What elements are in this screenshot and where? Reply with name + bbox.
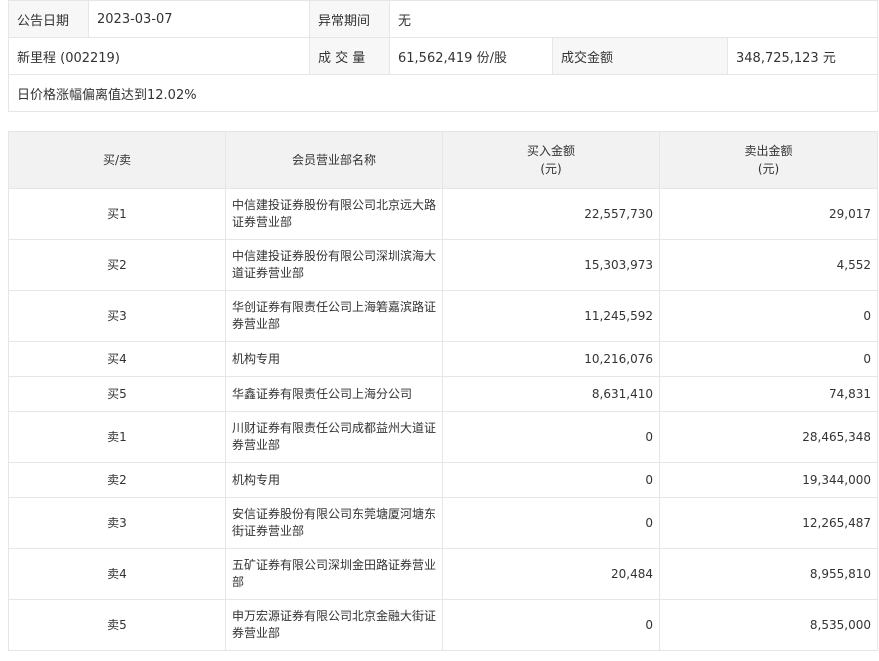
period-value: 无 (388, 0, 879, 38)
row-dept: 安信证券股份有限公司东莞塘厦河塘东街证券营业部 (225, 497, 443, 549)
row-side: 买2 (8, 239, 226, 291)
row-buy: 0 (442, 411, 660, 463)
table-row: 卖4 五矿证券有限公司深圳金田路证券营业部 20,484 8,955,810 (8, 548, 878, 600)
row-side: 买4 (8, 341, 226, 377)
row-side: 卖2 (8, 462, 226, 498)
table-row: 卖5 申万宏源证券有限公司北京金融大街证券营业部 0 8,535,000 (8, 599, 878, 651)
table-row: 买2 中信建投证券股份有限公司深圳滨海大道证券营业部 15,303,973 4,… (8, 239, 878, 291)
header-buy: 买入金额 (元) (442, 131, 660, 189)
table-row: 买5 华鑫证券有限责任公司上海分公司 8,631,410 74,831 (8, 376, 878, 412)
row-side: 买1 (8, 188, 226, 240)
header-dept: 会员营业部名称 (225, 131, 443, 189)
reason-text: 日价格涨幅偏离值达到12.02% (7, 74, 879, 112)
table-row: 卖2 机构专用 0 19,344,000 (8, 462, 878, 498)
row-buy: 0 (442, 497, 660, 549)
date-label: 公告日期 (8, 0, 89, 38)
announcement-info-table: 公告日期 2023-03-07 异常期间 无 新里程 (002219) 成 交 … (7, 0, 879, 112)
row-side: 卖1 (8, 411, 226, 463)
table-row: 卖3 安信证券股份有限公司东莞塘厦河塘东街证券营业部 0 12,265,487 (8, 497, 878, 549)
row-buy: 15,303,973 (442, 239, 660, 291)
stock-name: 新里程 (002219) (8, 37, 310, 75)
table-row: 买1 中信建投证券股份有限公司北京远大路证券营业部 22,557,730 29,… (8, 188, 878, 240)
row-sell: 8,535,000 (659, 599, 878, 651)
row-side: 买5 (8, 376, 226, 412)
row-dept: 五矿证券有限公司深圳金田路证券营业部 (225, 548, 443, 600)
row-sell: 12,265,487 (659, 497, 878, 549)
table-row: 买3 华创证券有限责任公司上海箬嘉滨路证券营业部 11,245,592 0 (8, 290, 878, 342)
row-buy: 8,631,410 (442, 376, 660, 412)
header-buy-line2: (元) (540, 162, 562, 176)
row-dept: 川财证券有限责任公司成都益州大道证券营业部 (225, 411, 443, 463)
table-row: 买4 机构专用 10,216,076 0 (8, 341, 878, 377)
row-sell: 19,344,000 (659, 462, 878, 498)
trading-departments-table: 买/卖 会员营业部名称 买入金额 (元) 卖出金额 (元) 买1 中信建投证券股… (8, 131, 878, 651)
row-side: 卖4 (8, 548, 226, 600)
volume-value: 61,562,419 份/股 (389, 37, 553, 75)
row-sell: 0 (659, 290, 878, 342)
row-dept: 机构专用 (225, 341, 443, 377)
period-label: 异常期间 (309, 0, 390, 38)
row-dept: 中信建投证券股份有限公司北京远大路证券营业部 (225, 188, 443, 240)
row-dept: 华创证券有限责任公司上海箬嘉滨路证券营业部 (225, 290, 443, 342)
row-buy: 0 (442, 462, 660, 498)
row-sell: 8,955,810 (659, 548, 878, 600)
header-sell-line2: (元) (757, 162, 780, 176)
row-dept: 申万宏源证券有限公司北京金融大街证券营业部 (225, 599, 443, 651)
row-sell: 29,017 (659, 188, 878, 240)
table-header-row: 买/卖 会员营业部名称 买入金额 (元) 卖出金额 (元) (8, 131, 878, 189)
amount-value: 348,725,123 元 (726, 37, 879, 75)
row-sell: 4,552 (659, 239, 878, 291)
date-value: 2023-03-07 (88, 0, 310, 38)
header-sell: 卖出金额 (元) (659, 131, 878, 189)
header-side: 买/卖 (8, 131, 226, 189)
row-side: 买3 (8, 290, 226, 342)
amount-label: 成交金额 (552, 37, 728, 75)
row-sell: 28,465,348 (659, 411, 878, 463)
row-sell: 0 (659, 341, 878, 377)
row-side: 卖3 (8, 497, 226, 549)
row-buy: 11,245,592 (442, 290, 660, 342)
row-dept: 中信建投证券股份有限公司深圳滨海大道证券营业部 (225, 239, 443, 291)
row-buy: 10,216,076 (442, 341, 660, 377)
row-buy: 0 (442, 599, 660, 651)
row-buy: 20,484 (442, 548, 660, 600)
header-sell-line1: 卖出金额 (744, 144, 793, 158)
row-buy: 22,557,730 (442, 188, 660, 240)
row-dept: 华鑫证券有限责任公司上海分公司 (225, 376, 443, 412)
row-side: 卖5 (8, 599, 226, 651)
row-sell: 74,831 (659, 376, 878, 412)
volume-label: 成 交 量 (309, 37, 390, 75)
table-row: 卖1 川财证券有限责任公司成都益州大道证券营业部 0 28,465,348 (8, 411, 878, 463)
header-buy-line1: 买入金额 (526, 144, 575, 158)
row-dept: 机构专用 (225, 462, 443, 498)
